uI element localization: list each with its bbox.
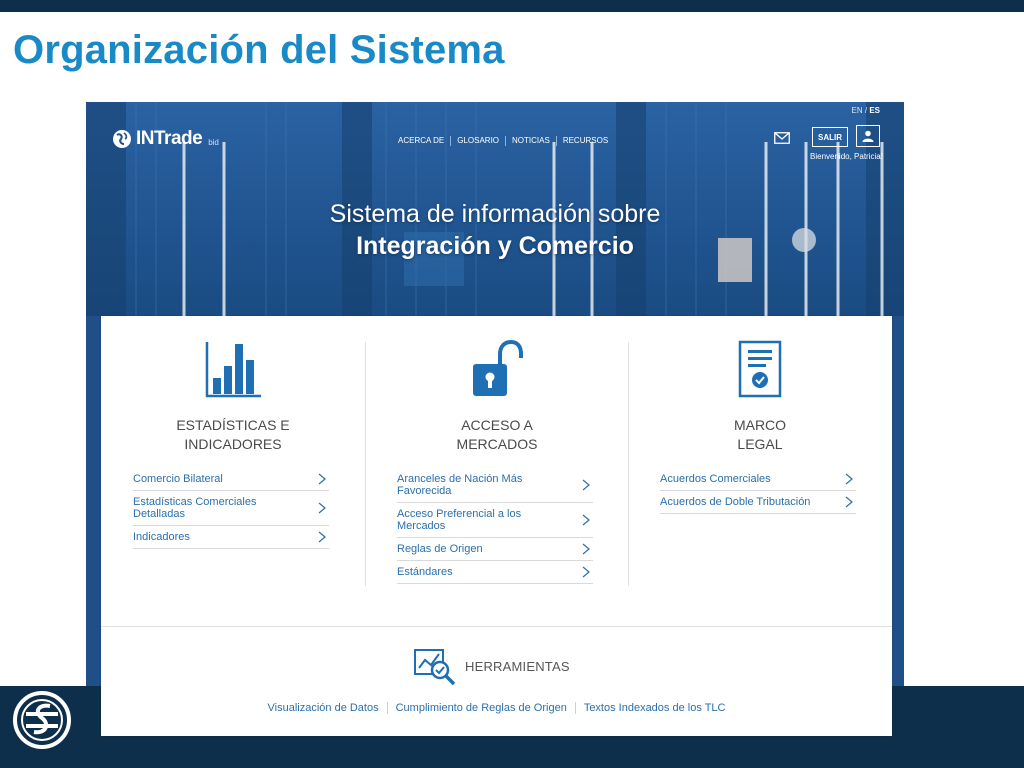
chevron-right-icon (845, 473, 853, 485)
column-title-line1: MARCO (733, 417, 787, 433)
link-indicadores[interactable]: Indicadores (133, 526, 329, 549)
brand-name: INTrade (136, 128, 203, 149)
nav-noticias[interactable]: NOTICIAS (506, 136, 557, 146)
hero-title-line1: Sistema de información sobre (329, 200, 661, 228)
hero-title-line2: Integración y Comercio (356, 232, 634, 260)
chevron-right-icon (318, 531, 326, 543)
link-comercio-bilateral[interactable]: Comercio Bilateral (133, 468, 329, 491)
language-switcher: EN / ES (852, 106, 881, 115)
column-title: ESTADÍSTICAS E INDICADORES (133, 416, 333, 454)
link-label: Acuerdos de Doble Tributación (660, 496, 811, 508)
link-list: Acuerdos Comerciales Acuerdos de Doble T… (660, 468, 856, 514)
chevron-right-icon (582, 514, 590, 526)
chevron-right-icon (582, 543, 590, 555)
tool-link-textos-indexados[interactable]: Textos Indexados de los TLC (576, 702, 734, 714)
chevron-right-icon (582, 479, 590, 491)
logout-button[interactable]: SALIR (812, 127, 848, 147)
link-aranceles-nmf[interactable]: Aranceles de Nación Más Favorecida (397, 468, 593, 503)
link-list: Aranceles de Nación Más Favorecida Acces… (397, 468, 593, 584)
link-label: Reglas de Origen (397, 543, 483, 555)
nav-glosario[interactable]: GLOSARIO (451, 136, 507, 146)
chart-magnifier-icon (414, 649, 456, 686)
user-icon (862, 130, 874, 142)
link-acceso-preferencial[interactable]: Acceso Preferencial a los Mercados (397, 503, 593, 538)
link-label: Aranceles de Nación Más Favorecida (397, 473, 523, 497)
link-label: Indicadores (133, 531, 190, 543)
section-divider (101, 626, 892, 627)
unlocked-padlock-icon (473, 340, 523, 396)
link-list: Comercio Bilateral Estadísticas Comercia… (133, 468, 329, 549)
lang-es-link[interactable]: ES (869, 106, 880, 115)
organization-seal-icon (13, 691, 71, 749)
tool-link-visualizacion[interactable]: Visualización de Datos (260, 702, 388, 714)
slide-title: Organización del Sistema (13, 28, 505, 72)
website-screenshot: EN / ES INTrade bid ACERCA DE GLOSARIO N… (86, 102, 904, 736)
link-acuerdos-comerciales[interactable]: Acuerdos Comerciales (660, 468, 856, 491)
column-divider (628, 342, 629, 586)
tool-link-cumplimiento[interactable]: Cumplimiento de Reglas de Origen (388, 702, 576, 714)
tools-title: HERRAMIENTAS (465, 658, 570, 674)
nav-acerca-de[interactable]: ACERCA DE (392, 136, 452, 146)
link-label: Acuerdos Comerciales (660, 473, 771, 485)
column-divider (365, 342, 366, 586)
link-label: Acceso Preferencial a los Mercados (397, 508, 522, 532)
hero-title: Sistema de información sobre Integración… (86, 198, 904, 262)
chevron-right-icon (318, 502, 326, 514)
brand-logo[interactable]: INTrade bid (112, 128, 219, 150)
lang-en-link[interactable]: EN (852, 106, 863, 115)
link-label: Comercio Bilateral (133, 473, 223, 485)
certificate-document-icon (738, 340, 782, 398)
main-nav: ACERCA DE GLOSARIO NOTICIAS RECURSOS (392, 136, 614, 146)
column-title-line2: LEGAL (737, 436, 783, 452)
chevron-right-icon (845, 496, 853, 508)
column-title: MARCO LEGAL (660, 416, 860, 454)
column-title: ACCESO A MERCADOS (397, 416, 597, 454)
content-panel: ESTADÍSTICAS E INDICADORES Comercio Bila… (101, 316, 892, 736)
link-label: Estadísticas Comerciales Detalladas (133, 496, 257, 520)
link-doble-tributacion[interactable]: Acuerdos de Doble Tributación (660, 491, 856, 514)
welcome-message: Bienvenido, Patricia! (810, 152, 883, 161)
globe-icon (113, 130, 131, 148)
nav-recursos[interactable]: RECURSOS (557, 136, 614, 146)
envelope-icon[interactable] (774, 132, 790, 144)
brand-sub: bid (208, 137, 219, 147)
top-bar (0, 0, 1024, 12)
bar-chart-icon (205, 342, 261, 398)
chevron-right-icon (582, 566, 590, 578)
column-title-line2: INDICADORES (184, 436, 282, 452)
column-title-line2: MERCADOS (456, 436, 538, 452)
lang-separator: / (864, 106, 868, 115)
tools-link-list: Visualización de Datos Cumplimiento de R… (101, 702, 892, 714)
link-estandares[interactable]: Estándares (397, 561, 593, 584)
link-estadisticas-comerciales[interactable]: Estadísticas Comerciales Detalladas (133, 491, 329, 526)
tools-header: HERRAMIENTAS (413, 646, 570, 686)
column-title-line1: ACCESO A (461, 417, 533, 433)
link-label: Estándares (397, 566, 453, 578)
column-title-line1: ESTADÍSTICAS E (176, 417, 290, 433)
link-reglas-de-origen[interactable]: Reglas de Origen (397, 538, 593, 561)
chevron-right-icon (318, 473, 326, 485)
user-profile-button[interactable] (856, 125, 880, 147)
